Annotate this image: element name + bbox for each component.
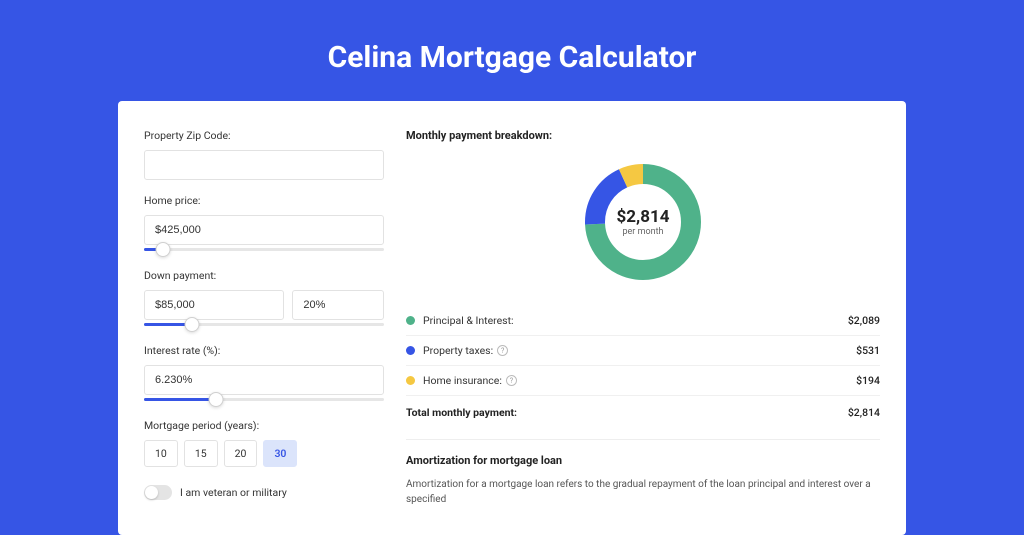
slider-thumb[interactable] — [156, 242, 171, 257]
down-payment-label: Down payment: — [144, 269, 384, 282]
amort-heading: Amortization for mortgage loan — [406, 454, 880, 467]
donut-chart: $2,814 per month — [579, 158, 707, 286]
period-chip-30[interactable]: 30 — [263, 440, 297, 467]
veteran-toggle[interactable] — [144, 485, 172, 500]
veteran-toggle-row: I am veteran or military — [144, 485, 384, 500]
calculator-card: Property Zip Code: Home price: Down paym… — [118, 101, 906, 535]
legend-row-principal: Principal & Interest: $2,089 — [406, 306, 880, 336]
form-column: Property Zip Code: Home price: Down paym… — [144, 129, 384, 507]
donut-center: $2,814 per month — [579, 158, 707, 286]
donut-sub: per month — [622, 227, 663, 237]
period-chip-10[interactable]: 10 — [144, 440, 178, 467]
legend-label: Principal & Interest: — [423, 314, 848, 327]
veteran-label: I am veteran or military — [180, 486, 287, 499]
home-price-input[interactable] — [144, 215, 384, 245]
home-price-slider[interactable] — [144, 248, 384, 251]
breakdown-heading: Monthly payment breakdown: — [406, 129, 880, 142]
period-label: Mortgage period (years): — [144, 419, 384, 432]
toggle-knob — [145, 486, 158, 499]
total-label: Total monthly payment: — [406, 406, 848, 419]
legend-value: $531 — [856, 344, 880, 357]
period-group: Mortgage period (years): 10 15 20 30 — [144, 419, 384, 467]
dot-icon — [406, 346, 415, 355]
donut-chart-wrap: $2,814 per month — [406, 158, 880, 286]
interest-rate-input[interactable] — [144, 365, 384, 395]
legend-label: Home insurance: ? — [423, 374, 856, 387]
period-chip-15[interactable]: 15 — [184, 440, 218, 467]
zip-input[interactable] — [144, 150, 384, 180]
down-payment-slider[interactable] — [144, 323, 384, 326]
dot-icon — [406, 316, 415, 325]
legend-value: $2,089 — [848, 314, 880, 327]
slider-thumb[interactable] — [185, 317, 200, 332]
legend-value: $194 — [856, 374, 880, 387]
home-price-label: Home price: — [144, 194, 384, 207]
slider-thumb[interactable] — [209, 392, 224, 407]
amort-text: Amortization for a mortgage loan refers … — [406, 477, 880, 507]
amortization-section: Amortization for mortgage loan Amortizat… — [406, 439, 880, 507]
page-container: Celina Mortgage Calculator Property Zip … — [0, 0, 1024, 535]
legend-row-taxes: Property taxes: ? $531 — [406, 336, 880, 366]
dot-icon — [406, 376, 415, 385]
info-icon[interactable]: ? — [506, 375, 517, 386]
info-icon[interactable]: ? — [497, 345, 508, 356]
period-chip-20[interactable]: 20 — [224, 440, 258, 467]
down-payment-input[interactable] — [144, 290, 284, 320]
donut-amount: $2,814 — [617, 207, 670, 227]
interest-rate-group: Interest rate (%): — [144, 344, 384, 401]
zip-label: Property Zip Code: — [144, 129, 384, 142]
interest-rate-label: Interest rate (%): — [144, 344, 384, 357]
page-title: Celina Mortgage Calculator — [0, 40, 1024, 75]
home-price-group: Home price: — [144, 194, 384, 251]
period-chips: 10 15 20 30 — [144, 440, 384, 467]
legend-label: Property taxes: ? — [423, 344, 856, 357]
down-payment-group: Down payment: — [144, 269, 384, 326]
interest-rate-slider[interactable] — [144, 398, 384, 401]
breakdown-column: Monthly payment breakdown: $2,814 per mo… — [406, 129, 880, 507]
total-value: $2,814 — [848, 406, 880, 419]
down-payment-pct-input[interactable] — [292, 290, 384, 320]
zip-field-group: Property Zip Code: — [144, 129, 384, 180]
total-row: Total monthly payment: $2,814 — [406, 396, 880, 433]
legend-row-insurance: Home insurance: ? $194 — [406, 366, 880, 396]
